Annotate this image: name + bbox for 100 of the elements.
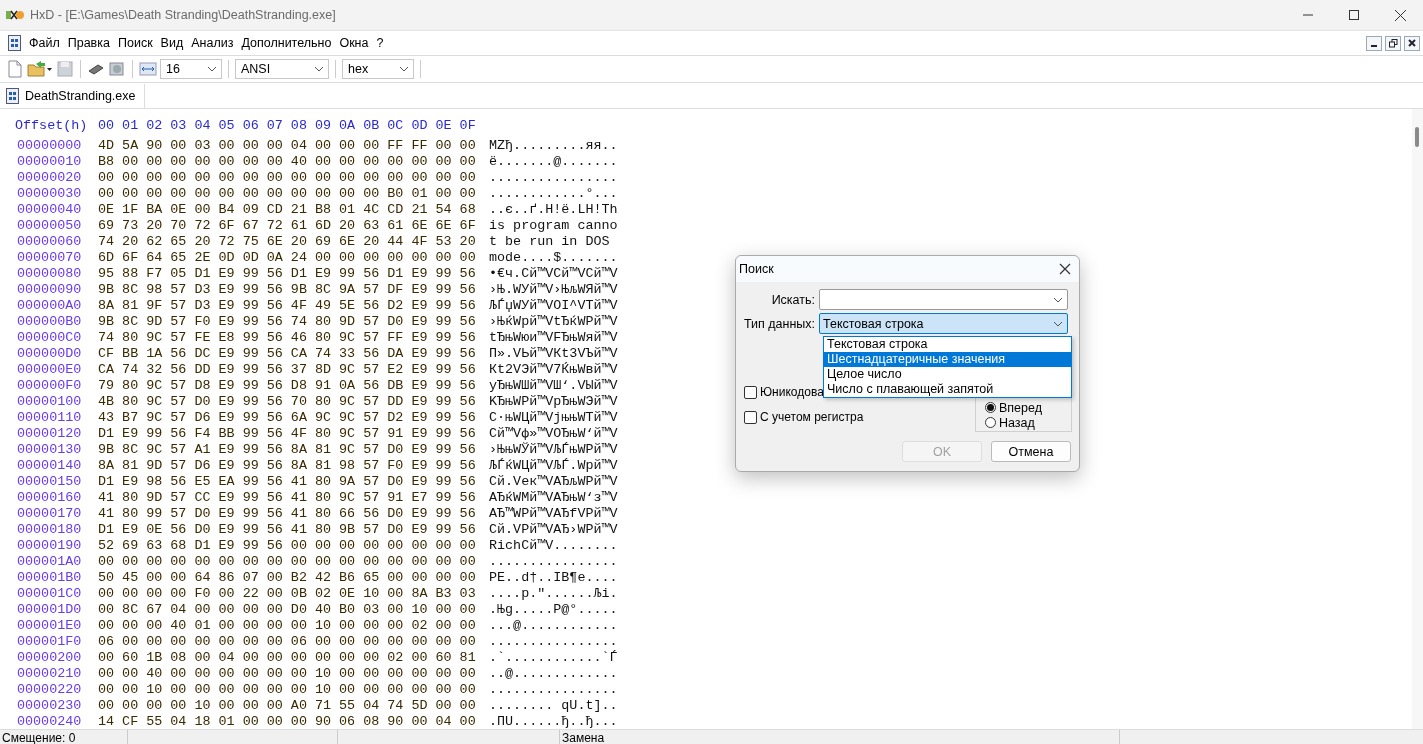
text-column: •€ч.Сй™VСй™VСй™V (489, 266, 618, 282)
hex-bytes: D1 E9 98 56 E5 EA 99 56 41 80 9A 57 D0 E9 99 56 (98, 474, 477, 490)
offset-cell-text: 00000220 (16, 682, 83, 698)
hex-bytes: 00 00 00 00 00 00 00 00 00 00 00 00 00 00 00 00 (98, 170, 477, 186)
offset-cell-text: 000001E0 (16, 618, 83, 634)
text-column: ..@............. (489, 666, 618, 682)
hex-bytes: D1 E9 99 56 F4 BB 99 56 4F 80 9C 57 91 E9 99 56 (98, 426, 477, 442)
field-label: Тип данных: (742, 316, 816, 331)
text-column: KЂњWРй™VpЂњWЭй™V (489, 394, 618, 410)
text-column: Сй.Vек™VAЂљWРй™V (489, 474, 618, 490)
menu-item[interactable]: Вид (156, 36, 188, 50)
dropdown-option[interactable]: Шестнадцатеричные значения (824, 352, 1071, 367)
offset-cell-text: 00000140 (16, 458, 83, 474)
offset-cell-text: 00000090 (16, 282, 83, 298)
offset-cell-text: 000000F0 (16, 378, 83, 394)
dropdown-option[interactable]: Число с плавающей запятой (824, 382, 1071, 397)
minimize-button[interactable] (1366, 35, 1382, 51)
menu-item[interactable]: Файл (25, 36, 64, 50)
close-icon[interactable] (1059, 263, 1071, 275)
text-column: AЂќWМй™VAЂњW‘з™V (489, 490, 618, 506)
offset-cell-text: 00000010 (16, 154, 83, 170)
charset-dropdown[interactable]: ANSI (235, 59, 329, 79)
text-column: .`............`Ѓ (489, 650, 618, 666)
scrollbar[interactable] (1412, 109, 1423, 729)
menu-item[interactable]: Дополнительно (237, 36, 336, 50)
text-column: t be run in DOS (489, 234, 618, 250)
offset-cell-text: 00000120 (16, 426, 83, 442)
text-column: MZђ.........яя.. (489, 138, 618, 154)
document-icon[interactable] (8, 35, 21, 51)
text-column: .ПU......ђ..ђ... (489, 714, 618, 730)
offset-cell-text: 000000C0 (16, 330, 83, 346)
restore-button[interactable] (1385, 35, 1401, 51)
hex-bytes: 9B 8C 9D 57 F0 E9 99 56 74 80 9D 57 D0 E9 99 56 (98, 314, 477, 330)
dialog-title: Поиск (739, 262, 774, 276)
radio-option[interactable]: Назад (976, 415, 1071, 430)
data-type-dropdown[interactable]: Текстовая строка (819, 313, 1068, 334)
hex-bytes: 14 CF 55 04 18 01 00 00 00 90 06 08 90 00 04 00 (98, 714, 477, 730)
columns-width-icon[interactable] (139, 60, 157, 78)
hex-bytes: D1 E9 0E 56 D0 E9 99 56 41 80 9B 57 D0 E9 99 56 (98, 522, 477, 538)
text-column: C·њWЦй™VjњњWТй™V (489, 410, 618, 426)
hex-bytes: 79 80 9C 57 D8 E9 99 56 D8 91 0A 56 DB E9 99 56 (98, 378, 477, 394)
offset-cell-text: 000001B0 (16, 570, 83, 586)
text-column: .Њg.....Р@°..... (489, 602, 618, 618)
text-column: tЂњWюи™VFЂњWяй™V (489, 330, 618, 346)
close-button[interactable] (1404, 35, 1420, 51)
hex-bytes: 9B 8C 9C 57 A1 E9 99 56 8A 81 9C 57 D0 E9 99 56 (98, 442, 477, 458)
text-column: ё.......@....... (489, 154, 618, 170)
hex-bytes: 52 69 63 68 D1 E9 99 56 00 00 00 00 00 00 00 00 (98, 538, 477, 554)
hex-bytes: 0E 1F BA 0E 00 B4 09 CD 21 B8 01 4C CD 21 54 68 (98, 202, 477, 218)
hex-bytes: CA 74 32 56 DD E9 99 56 37 8D 9C 57 E2 E9 99 56 (98, 362, 477, 378)
text-column: ................ (489, 634, 618, 650)
checkbox-option[interactable]: Юникодова (744, 385, 824, 399)
window-title: HxD - [E:\Games\Death Stranding\DeathStranding.exe] (30, 8, 336, 22)
offset-cell-text: 00000050 (16, 218, 83, 234)
bytes-per-row-dropdown[interactable]: 16 (160, 59, 222, 79)
text-column: П».VЬй™VКt3VЪй™V (489, 346, 618, 362)
radio-option[interactable]: Вперед (976, 400, 1071, 415)
hex-bytes: 00 8C 67 04 00 00 00 00 D0 40 B0 03 00 10 00 00 (98, 602, 477, 618)
offset-cell-text: 00000060 (16, 234, 83, 250)
hex-bytes: 69 73 20 70 72 6F 67 72 61 6D 20 63 61 6E 6E 6F (98, 218, 477, 234)
menu-item[interactable]: Анализ (187, 36, 238, 50)
offset-cell-text: 00000190 (16, 538, 83, 554)
text-column: ................ (489, 554, 618, 570)
offset-cell-text: 00000200 (16, 650, 83, 666)
status-text: Замена (560, 730, 1120, 744)
menu-item[interactable]: Поиск (113, 36, 157, 50)
folder-icon[interactable] (27, 60, 53, 78)
text-column: ..є..ґ.Н!ё.LН!Th (489, 202, 618, 218)
offset-cell-text: 00000040 (16, 202, 83, 218)
checkbox-option[interactable]: С учетом регистра (744, 410, 864, 424)
maximize-icon[interactable] (1349, 10, 1359, 20)
hex-bytes: 8A 81 9F 57 D3 E9 99 56 4F 49 5E 56 D2 E9 99 56 (98, 298, 477, 314)
offset-cell-text: 00000080 (16, 266, 83, 282)
text-column: PE..d†..ІB¶e.... (489, 570, 618, 586)
status-text: Смещение: 0 (0, 730, 128, 744)
text-column: ................ (489, 682, 618, 698)
hex-bytes: 00 00 00 40 01 00 00 00 00 10 00 00 00 02 00 00 (98, 618, 477, 634)
menu-item[interactable]: ? (372, 36, 388, 50)
dropdown-option[interactable]: Целое число (824, 367, 1071, 382)
menu-item[interactable]: Правка (63, 36, 114, 50)
search-field[interactable] (819, 289, 1068, 310)
text-column: RichСй™V........ (489, 538, 618, 554)
field-label: Искать: (770, 292, 816, 307)
offset-cell-text: 00000230 (16, 698, 83, 714)
offset-cell-text: 00000170 (16, 506, 83, 522)
hex-bytes: 00 60 1B 08 00 04 00 00 00 00 00 00 02 00 60 81 (98, 650, 477, 666)
text-column: ................ (489, 170, 618, 186)
offset-cell-text: 000001C0 (16, 586, 83, 602)
hex-bytes: 00 00 00 00 10 00 00 00 A0 71 55 04 74 5D 00 00 (98, 698, 477, 714)
offset-cell-text: 00000210 (16, 666, 83, 682)
dropdown-option[interactable]: Текстовая строка (824, 337, 1071, 352)
hex-bytes: 9B 8C 98 57 D3 E9 99 56 9B 8C 9A 57 DF E9 99 56 (98, 282, 477, 298)
hex-bytes: 00 00 10 00 00 00 00 00 00 10 00 00 00 00 00 00 (98, 682, 477, 698)
hex-bytes: 95 88 F7 05 D1 E9 99 56 D1 E9 99 56 D1 E9 99 56 (98, 266, 477, 282)
dialog-button[interactable]: Отмена (991, 441, 1071, 462)
close-icon[interactable] (1394, 9, 1406, 21)
restore-icon (1388, 38, 1398, 48)
offset-base-dropdown[interactable]: hex (342, 59, 414, 79)
column-headers: 00 01 02 03 04 05 06 07 08 09 0A 0B 0C 0D 0E 0F (98, 118, 476, 135)
menu-item[interactable]: Окна (335, 36, 373, 50)
